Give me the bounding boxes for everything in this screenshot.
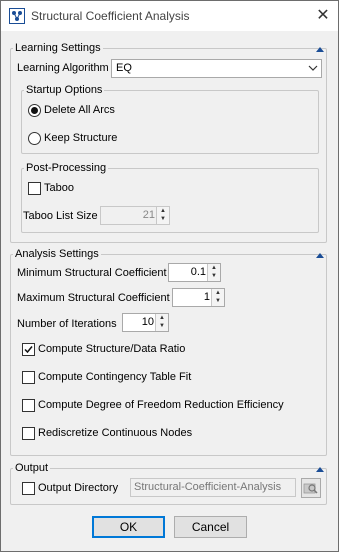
compute-ratio-label[interactable]: Compute Structure/Data Ratio — [38, 343, 185, 355]
close-icon[interactable]: ✕ — [311, 4, 335, 28]
collapse-up-icon[interactable] — [315, 251, 325, 259]
output-directory-field: Structural-Coefficient-Analysis — [130, 478, 296, 497]
dialog-window: Structural Coefficient Analysis ✕ Learni… — [0, 0, 339, 552]
min-structural-coefficient-value[interactable]: 0.1 — [191, 264, 206, 281]
spinner-buttons: ▲ ▼ — [156, 207, 169, 224]
post-processing-group: Post-Processing — [21, 162, 319, 233]
delete-all-arcs-radio[interactable] — [28, 104, 41, 117]
startup-options-legend: Startup Options — [26, 84, 103, 96]
spin-up-icon[interactable]: ▲ — [208, 264, 220, 272]
delete-all-arcs-label[interactable]: Delete All Arcs — [44, 104, 115, 116]
chevron-down-icon — [308, 65, 318, 71]
check-icon — [24, 346, 33, 354]
title-bar[interactable]: Structural Coefficient Analysis ✕ — [1, 1, 338, 31]
keep-structure-radio[interactable] — [28, 132, 41, 145]
spin-up-icon[interactable]: ▲ — [212, 289, 224, 297]
bayesian-network-icon — [9, 8, 25, 24]
keep-structure-label[interactable]: Keep Structure — [44, 132, 117, 144]
max-structural-coefficient-value[interactable]: 1 — [204, 289, 210, 306]
number-of-iterations-value[interactable]: 10 — [142, 314, 154, 331]
spinner-buttons[interactable]: ▲ ▼ — [207, 264, 220, 281]
window-title: Structural Coefficient Analysis — [31, 9, 190, 23]
taboo-list-size-label: Taboo List Size — [23, 210, 98, 222]
min-structural-coefficient-spinner[interactable]: 0.1 ▲ ▼ — [168, 263, 221, 282]
spin-up-icon[interactable]: ▲ — [156, 314, 168, 322]
taboo-label[interactable]: Taboo — [44, 182, 74, 194]
ok-button[interactable]: OK — [92, 516, 165, 538]
taboo-list-size-spinner: 21 ▲ ▼ — [100, 206, 170, 225]
learning-algorithm-select[interactable]: EQ — [111, 59, 322, 78]
min-structural-coefficient-label: Minimum Structural Coefficient — [17, 267, 167, 279]
output-legend: Output — [15, 462, 49, 474]
collapse-up-icon[interactable] — [315, 465, 325, 473]
analysis-settings-legend: Analysis Settings — [15, 248, 99, 260]
number-of-iterations-spinner[interactable]: 10 ▲ ▼ — [122, 313, 169, 332]
spin-down-icon[interactable]: ▼ — [208, 272, 220, 280]
collapse-up-icon[interactable] — [315, 45, 325, 53]
spin-down-icon[interactable]: ▼ — [156, 322, 168, 330]
rediscretize-label[interactable]: Rediscretize Continuous Nodes — [38, 427, 192, 439]
spin-up-icon: ▲ — [160, 208, 166, 214]
post-processing-legend: Post-Processing — [26, 162, 107, 174]
output-directory-label[interactable]: Output Directory — [38, 482, 118, 494]
learning-algorithm-label: Learning Algorithm — [17, 62, 109, 74]
learning-settings-legend: Learning Settings — [15, 42, 101, 54]
compute-contingency-checkbox[interactable] — [22, 371, 35, 384]
spinner-buttons[interactable]: ▲ ▼ — [155, 314, 168, 331]
number-of-iterations-label: Number of Iterations — [17, 318, 117, 330]
learning-algorithm-value: EQ — [116, 62, 132, 74]
spinner-buttons[interactable]: ▲ ▼ — [211, 289, 224, 306]
spin-down-icon[interactable]: ▼ — [212, 297, 224, 305]
taboo-checkbox[interactable] — [28, 182, 41, 195]
compute-dof-checkbox[interactable] — [22, 399, 35, 412]
compute-ratio-checkbox[interactable] — [22, 343, 35, 356]
rediscretize-checkbox[interactable] — [22, 427, 35, 440]
folder-search-icon — [301, 478, 321, 498]
output-directory-checkbox[interactable] — [22, 482, 35, 495]
max-structural-coefficient-spinner[interactable]: 1 ▲ ▼ — [172, 288, 225, 307]
compute-contingency-label[interactable]: Compute Contingency Table Fit — [38, 371, 191, 383]
compute-dof-label[interactable]: Compute Degree of Freedom Reduction Effi… — [38, 399, 284, 411]
cancel-button[interactable]: Cancel — [174, 516, 247, 538]
taboo-list-size-value: 21 — [142, 209, 155, 221]
spin-down-icon: ▼ — [160, 216, 166, 222]
max-structural-coefficient-label: Maximum Structural Coefficient — [17, 292, 170, 304]
